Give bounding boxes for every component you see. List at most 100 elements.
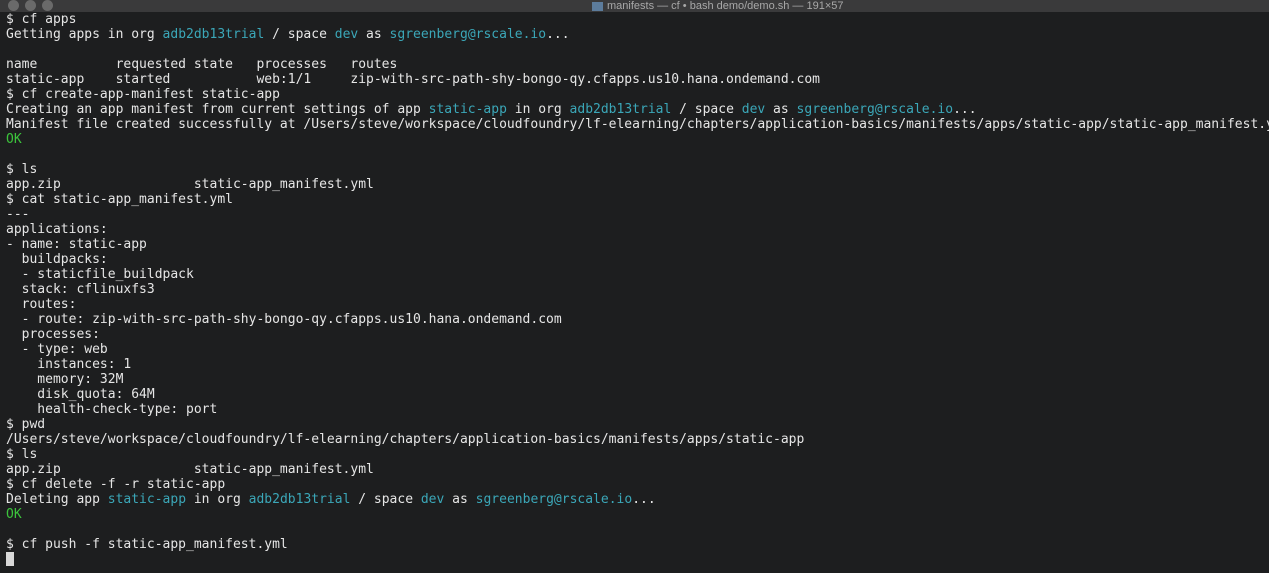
terminal-text: /Users/steve/workspace/cloudfoundry/lf-e… — [6, 432, 805, 447]
terminal-text: app.zip static-app_manifest.yml — [6, 462, 374, 477]
terminal-text: - name: static-app — [6, 237, 147, 252]
terminal-line: - route: zip-with-src-path-shy-bongo-qy.… — [6, 312, 1269, 327]
terminal-text: buildpacks: — [6, 252, 108, 267]
terminal-text: memory: 32M — [6, 372, 124, 387]
terminal-line: processes: — [6, 327, 1269, 342]
highlighted-text: dev — [420, 492, 445, 507]
terminal-text: $ ls — [6, 162, 38, 177]
terminal-text: $ cat static-app_manifest.yml — [6, 192, 233, 207]
terminal-line: $ pwd — [6, 417, 1269, 432]
terminal-output[interactable]: $ cf apps Getting apps in org adb2db13tri… — [6, 12, 1269, 567]
terminal-line: --- — [6, 207, 1269, 222]
terminal-text: routes: — [6, 297, 77, 312]
terminal-text: Getting apps in org — [6, 27, 163, 42]
terminal-text: instances: 1 — [6, 357, 132, 372]
terminal-line: name requested state processes routes — [6, 57, 1269, 72]
window-title-bar: manifests — cf • bash demo/demo.sh — 191… — [0, 0, 1269, 12]
terminal-text: disk_quota: 64M — [6, 387, 155, 402]
terminal-line: OK — [6, 132, 1269, 147]
window-title-text: manifests — cf • bash demo/demo.sh — 191… — [607, 0, 844, 12]
terminal-line: - type: web — [6, 342, 1269, 357]
status-ok: OK — [6, 507, 22, 522]
highlighted-text: adb2db13trial — [162, 27, 265, 42]
highlighted-text: static-app — [428, 102, 507, 117]
terminal-line: $ ls — [6, 447, 1269, 462]
window-controls — [8, 0, 53, 11]
terminal-text: static-app started web:1/1 zip-with-src-… — [6, 72, 820, 87]
highlighted-text: sgreenberg@rscale.io — [389, 27, 547, 42]
highlighted-text: dev — [741, 102, 766, 117]
terminal-line: stack: cflinuxfs3 — [6, 282, 1269, 297]
terminal-line: OK — [6, 507, 1269, 522]
terminal-line: $ cf create-app-manifest static-app — [6, 87, 1269, 102]
terminal-line: $ cf delete -f -r static-app — [6, 477, 1269, 492]
terminal-text: name requested state processes routes — [6, 57, 398, 72]
terminal-text: Deleting app — [6, 492, 108, 507]
terminal-line: $ cat static-app_manifest.yml — [6, 192, 1269, 207]
terminal-text: ... — [953, 102, 977, 117]
window-title: manifests — cf • bash demo/demo.sh — 191… — [592, 0, 844, 12]
zoom-window-button[interactable] — [42, 0, 53, 11]
terminal-line: - name: static-app — [6, 237, 1269, 252]
highlighted-text: adb2db13trial — [569, 102, 672, 117]
terminal-line: Creating an app manifest from current se… — [6, 102, 1269, 117]
terminal-text: / space — [671, 102, 742, 117]
terminal-line: Manifest file created successfully at /U… — [6, 117, 1269, 132]
terminal-line: applications: — [6, 222, 1269, 237]
minimize-window-button[interactable] — [25, 0, 36, 11]
terminal-line: disk_quota: 64M — [6, 387, 1269, 402]
terminal-text: - type: web — [6, 342, 108, 357]
highlighted-text: static-app — [107, 492, 187, 507]
terminal-text: processes: — [6, 327, 100, 342]
terminal-line: static-app started web:1/1 zip-with-src-… — [6, 72, 1269, 87]
terminal-text: - staticfile_buildpack — [6, 267, 194, 282]
terminal-text: / space — [350, 492, 421, 507]
terminal-text: / space — [264, 27, 335, 42]
terminal-text: health-check-type: port — [6, 402, 218, 417]
terminal-text: $ cf create-app-manifest static-app — [6, 87, 280, 102]
terminal-line: $ cf apps — [6, 12, 1269, 27]
highlighted-text: sgreenberg@rscale.io — [475, 492, 633, 507]
folder-icon — [592, 1, 603, 11]
terminal-text: in org — [186, 492, 249, 507]
terminal-text: $ cf apps — [6, 12, 77, 27]
terminal-text: $ pwd — [6, 417, 46, 432]
terminal-line: buildpacks: — [6, 252, 1269, 267]
text-cursor — [6, 552, 14, 566]
terminal-text: --- — [6, 207, 30, 222]
terminal-text: as — [765, 102, 797, 117]
terminal-line: $ cf push -f static-app_manifest.yml — [6, 537, 1269, 552]
terminal-line: health-check-type: port — [6, 402, 1269, 417]
terminal-text: ... — [546, 27, 570, 42]
close-window-button[interactable] — [8, 0, 19, 11]
terminal-text: applications: — [6, 222, 108, 237]
terminal-line: memory: 32M — [6, 372, 1269, 387]
terminal-line: Deleting app static-app in org adb2db13t… — [6, 492, 1269, 507]
terminal-line: Getting apps in org adb2db13trial / spac… — [6, 27, 1269, 42]
terminal-text: Manifest file created successfully at /U… — [6, 117, 1269, 132]
terminal-text: app.zip static-app_manifest.yml — [6, 177, 374, 192]
terminal-line: - staticfile_buildpack — [6, 267, 1269, 282]
terminal-text: as — [444, 492, 476, 507]
terminal-text: as — [358, 27, 390, 42]
highlighted-text: adb2db13trial — [248, 492, 351, 507]
highlighted-text: dev — [334, 27, 359, 42]
terminal-text: $ ls — [6, 447, 38, 462]
terminal-text: $ cf push -f static-app_manifest.yml — [6, 537, 288, 552]
highlighted-text: sgreenberg@rscale.io — [796, 102, 954, 117]
status-ok: OK — [6, 132, 22, 147]
terminal-line: app.zip static-app_manifest.yml — [6, 177, 1269, 192]
terminal-line: app.zip static-app_manifest.yml — [6, 462, 1269, 477]
terminal-line: instances: 1 — [6, 357, 1269, 372]
terminal-text: - route: zip-with-src-path-shy-bongo-qy.… — [6, 312, 562, 327]
terminal-prompt-line[interactable] — [6, 552, 1269, 567]
terminal-line: routes: — [6, 297, 1269, 312]
terminal-text: in org — [506, 102, 570, 117]
terminal-text: stack: cflinuxfs3 — [6, 282, 155, 297]
terminal-text: ... — [632, 492, 656, 507]
terminal-text: $ cf delete -f -r static-app — [6, 477, 226, 492]
terminal-line: /Users/steve/workspace/cloudfoundry/lf-e… — [6, 432, 1269, 447]
